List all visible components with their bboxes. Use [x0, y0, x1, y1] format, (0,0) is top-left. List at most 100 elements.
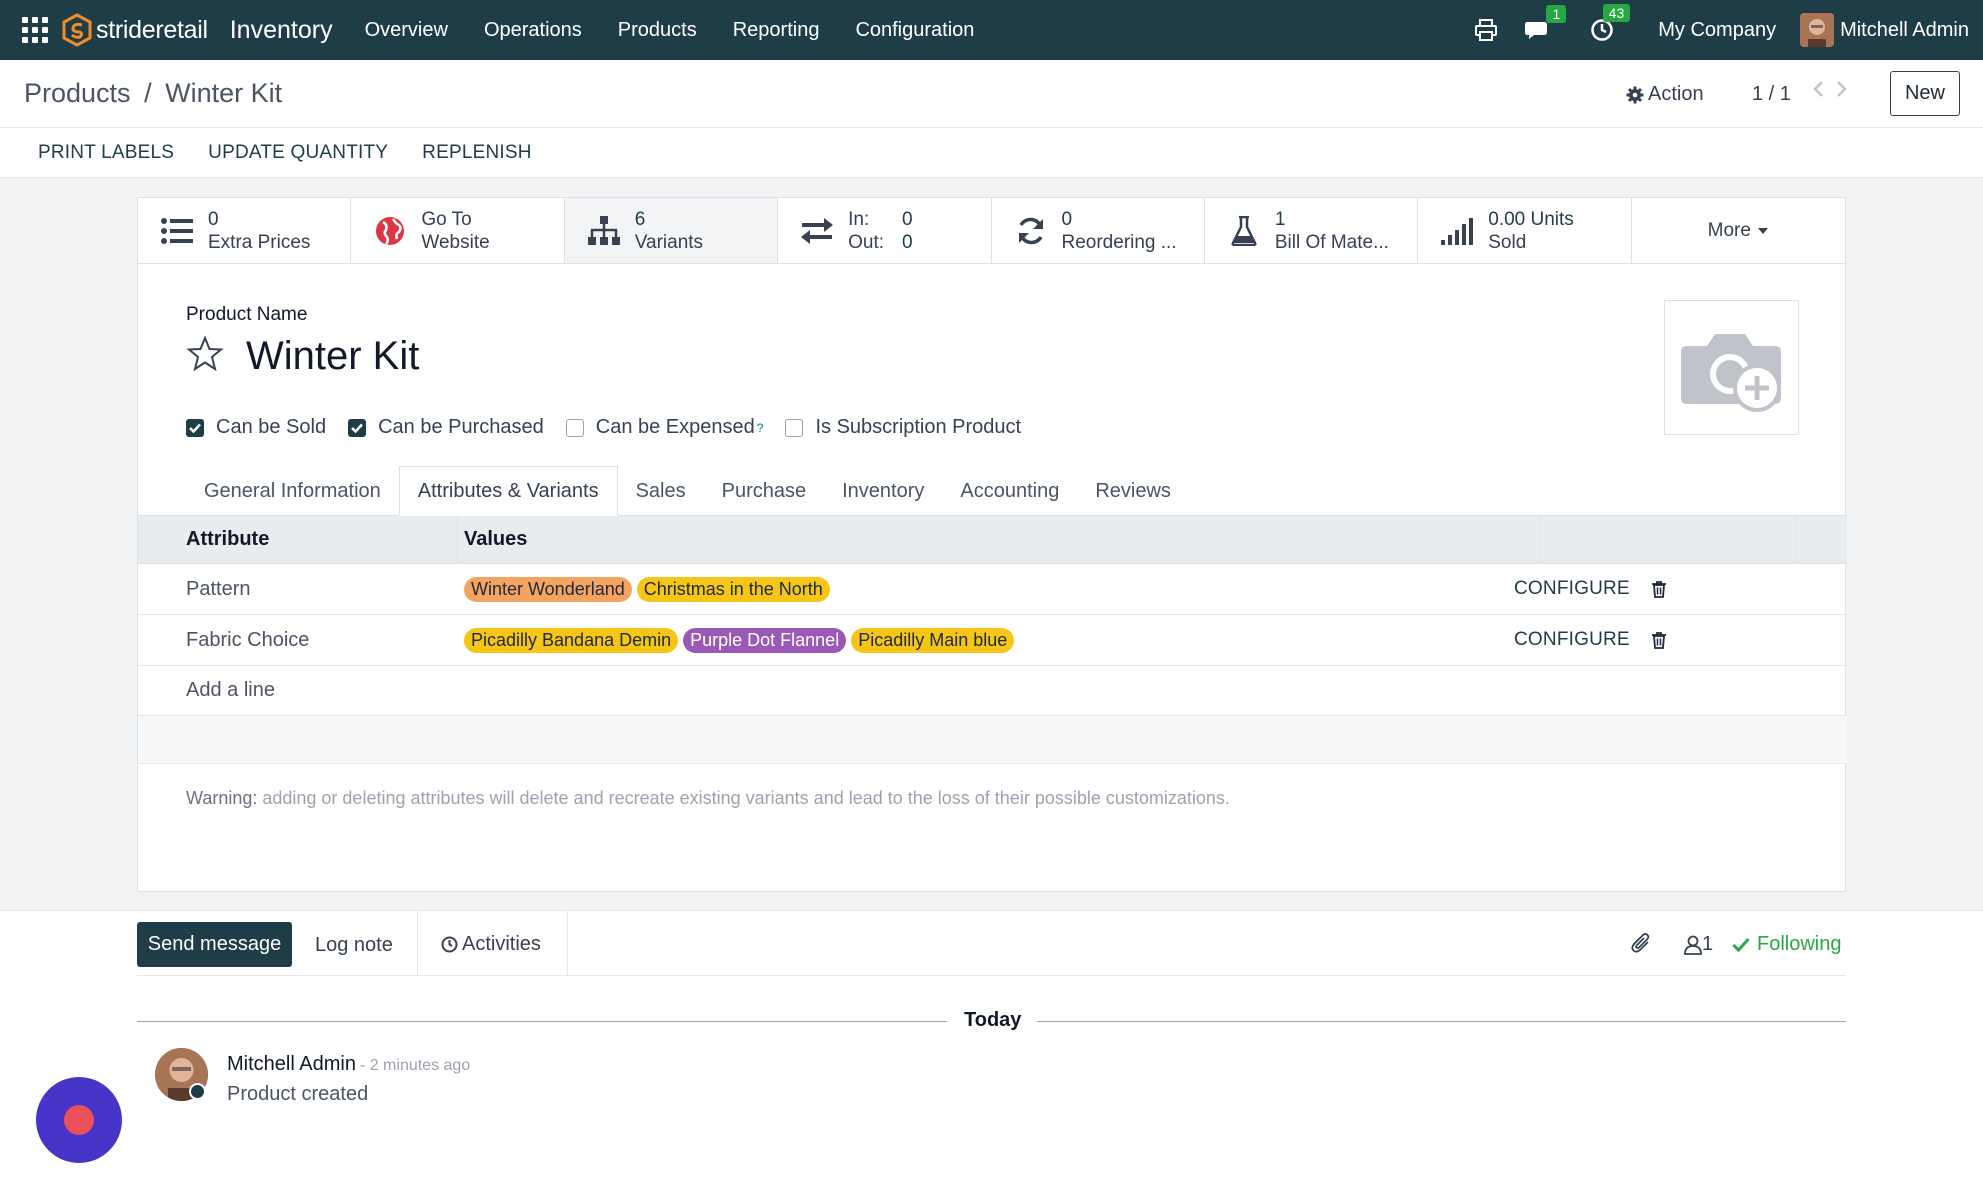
- user-menu[interactable]: Mitchell Admin: [1800, 13, 1969, 47]
- company-switcher[interactable]: My Company: [1658, 19, 1776, 42]
- new-button[interactable]: New: [1890, 71, 1960, 116]
- activities-badge: 43: [1602, 4, 1631, 22]
- in-out-button[interactable]: In: 0 Out: 0: [778, 198, 992, 263]
- brand-name: strideretail: [96, 15, 208, 44]
- send-message-button[interactable]: Send message: [137, 922, 292, 967]
- website-line2: Website: [421, 231, 490, 253]
- variants-label: Variants: [634, 231, 704, 253]
- user-name: Mitchell Admin: [1840, 18, 1969, 41]
- breadcrumb-separator: /: [144, 78, 152, 108]
- can-be-purchased-label: Can be Purchased: [378, 416, 544, 438]
- action-label: Action: [1648, 83, 1704, 105]
- is-subscription-checkbox[interactable]: Is Subscription Product: [785, 416, 1021, 439]
- header-attribute[interactable]: Attribute: [138, 516, 458, 563]
- header-values[interactable]: Values: [458, 516, 1541, 563]
- variants-button[interactable]: 6 Variants: [564, 198, 779, 263]
- following-button[interactable]: Following: [1732, 933, 1841, 956]
- breadcrumb-products[interactable]: Products: [24, 78, 131, 108]
- menu-configuration[interactable]: Configuration: [837, 19, 992, 42]
- value-tag: Picadilly Main blue: [851, 627, 1015, 653]
- gear-icon: [1626, 86, 1644, 103]
- tab-reviews[interactable]: Reviews: [1077, 466, 1189, 516]
- menu-reporting[interactable]: Reporting: [715, 19, 838, 42]
- favorite-star-icon[interactable]: [186, 336, 224, 372]
- log-note-button[interactable]: Log note: [315, 934, 393, 957]
- followers-button[interactable]: 1: [1684, 933, 1713, 956]
- chevron-right-icon[interactable]: [1836, 80, 1848, 98]
- print-labels-button[interactable]: PRINT LABELS: [38, 142, 174, 164]
- table-row[interactable]: Fabric Choice Picadilly Bandana Demin Pu…: [138, 615, 1847, 666]
- update-quantity-button[interactable]: UPDATE QUANTITY: [208, 142, 388, 164]
- form-tabs: General Information Attributes & Variant…: [186, 466, 1189, 516]
- chatter: Send message Log note Activities 1 Follo…: [0, 910, 1983, 1199]
- print-icon[interactable]: [1474, 19, 1498, 41]
- reordering-button[interactable]: 0 Reordering ...: [992, 198, 1205, 263]
- configure-button[interactable]: CONFIGURE: [1514, 578, 1644, 600]
- pager-value[interactable]: 1 / 1: [1752, 83, 1791, 106]
- activities-button[interactable]: Activities: [441, 933, 541, 956]
- more-button[interactable]: More: [1632, 198, 1845, 263]
- replenish-button[interactable]: REPLENISH: [422, 142, 532, 164]
- action-menu-button[interactable]: Action: [1626, 83, 1704, 106]
- add-a-line-link[interactable]: Add a line: [138, 666, 1847, 716]
- tab-accounting[interactable]: Accounting: [942, 466, 1077, 516]
- menu-overview[interactable]: Overview: [347, 19, 466, 42]
- value-tag: Winter Wonderland: [464, 576, 632, 602]
- tab-inventory[interactable]: Inventory: [824, 466, 942, 516]
- units-sold-button[interactable]: 0.00 Units Sold: [1418, 198, 1632, 263]
- paperclip-icon[interactable]: [1630, 931, 1654, 961]
- tab-general-information[interactable]: General Information: [186, 466, 399, 516]
- can-be-expensed-checkbox[interactable]: Can be Expensed?: [565, 416, 764, 439]
- brand-logo[interactable]: strideretail: [62, 13, 208, 47]
- user-avatar: [1800, 13, 1835, 47]
- is-subscription-label: Is Subscription Product: [815, 416, 1022, 438]
- trash-icon[interactable]: [1652, 580, 1666, 598]
- table-row[interactable]: Pattern Winter Wonderland Christmas in t…: [138, 564, 1847, 615]
- in-label: In:: [848, 208, 870, 230]
- value-tag: Purple Dot Flannel: [683, 627, 847, 653]
- record-dot-icon: [64, 1105, 94, 1135]
- product-image-upload[interactable]: [1664, 300, 1799, 435]
- bom-label: Bill Of Mate...: [1274, 231, 1389, 253]
- message-author[interactable]: Mitchell Admin: [227, 1053, 356, 1075]
- tab-purchase[interactable]: Purchase: [704, 466, 825, 516]
- can-be-purchased-checkbox[interactable]: Can be Purchased: [348, 416, 544, 439]
- bill-of-materials-button[interactable]: 1 Bill Of Mate...: [1205, 198, 1419, 263]
- message-header: Mitchell Admin - 2 minutes ago: [227, 1053, 470, 1076]
- app-name[interactable]: Inventory: [230, 16, 333, 45]
- chevron-left-icon[interactable]: [1812, 80, 1824, 98]
- warning-text: adding or deleting attributes will delet…: [257, 788, 1230, 808]
- product-options: Can be Sold Can be Purchased Can be Expe…: [186, 416, 1043, 439]
- values-cell[interactable]: Picadilly Bandana Demin Purple Dot Flann…: [458, 627, 1514, 653]
- floating-record-button[interactable]: [36, 1077, 122, 1163]
- messages-icon[interactable]: 1: [1524, 5, 1567, 41]
- trash-icon[interactable]: [1652, 631, 1666, 649]
- menu-products[interactable]: Products: [600, 19, 715, 42]
- warning-prefix: Warning:: [186, 788, 258, 808]
- help-tooltip-icon[interactable]: ?: [757, 421, 764, 435]
- form-sheet: 0 Extra Prices Go To Website 6 Variants In:…: [137, 197, 1847, 892]
- bom-count: 1: [1274, 208, 1286, 230]
- configure-button[interactable]: CONFIGURE: [1514, 629, 1644, 651]
- go-to-website-button[interactable]: Go To Website: [351, 198, 565, 263]
- apps-menu-icon[interactable]: [22, 17, 48, 43]
- camera-plus-icon: [1680, 333, 1781, 412]
- can-be-sold-label: Can be Sold: [216, 416, 327, 438]
- activities-clock-icon[interactable]: 43: [1590, 4, 1631, 42]
- tab-attributes-variants[interactable]: Attributes & Variants: [398, 466, 618, 516]
- can-be-sold-checkbox[interactable]: Can be Sold: [186, 416, 326, 439]
- attribute-cell[interactable]: Fabric Choice: [138, 629, 458, 652]
- value-tag: Picadilly Bandana Demin: [464, 627, 679, 653]
- date-separator-line: [137, 1021, 947, 1022]
- reordering-label: Reordering ...: [1061, 231, 1177, 253]
- tab-sales[interactable]: Sales: [618, 466, 704, 516]
- message-time: - 2 minutes ago: [359, 1057, 471, 1074]
- exchange-icon: [800, 214, 834, 248]
- units-sold-label: Sold: [1488, 231, 1527, 253]
- menu-operations[interactable]: Operations: [466, 19, 600, 42]
- values-cell[interactable]: Winter Wonderland Christmas in the North: [458, 576, 1514, 602]
- user-icon: [1684, 935, 1702, 955]
- product-name-field[interactable]: Winter Kit: [246, 334, 419, 379]
- extra-prices-button[interactable]: 0 Extra Prices: [138, 198, 352, 263]
- attribute-cell[interactable]: Pattern: [138, 578, 458, 601]
